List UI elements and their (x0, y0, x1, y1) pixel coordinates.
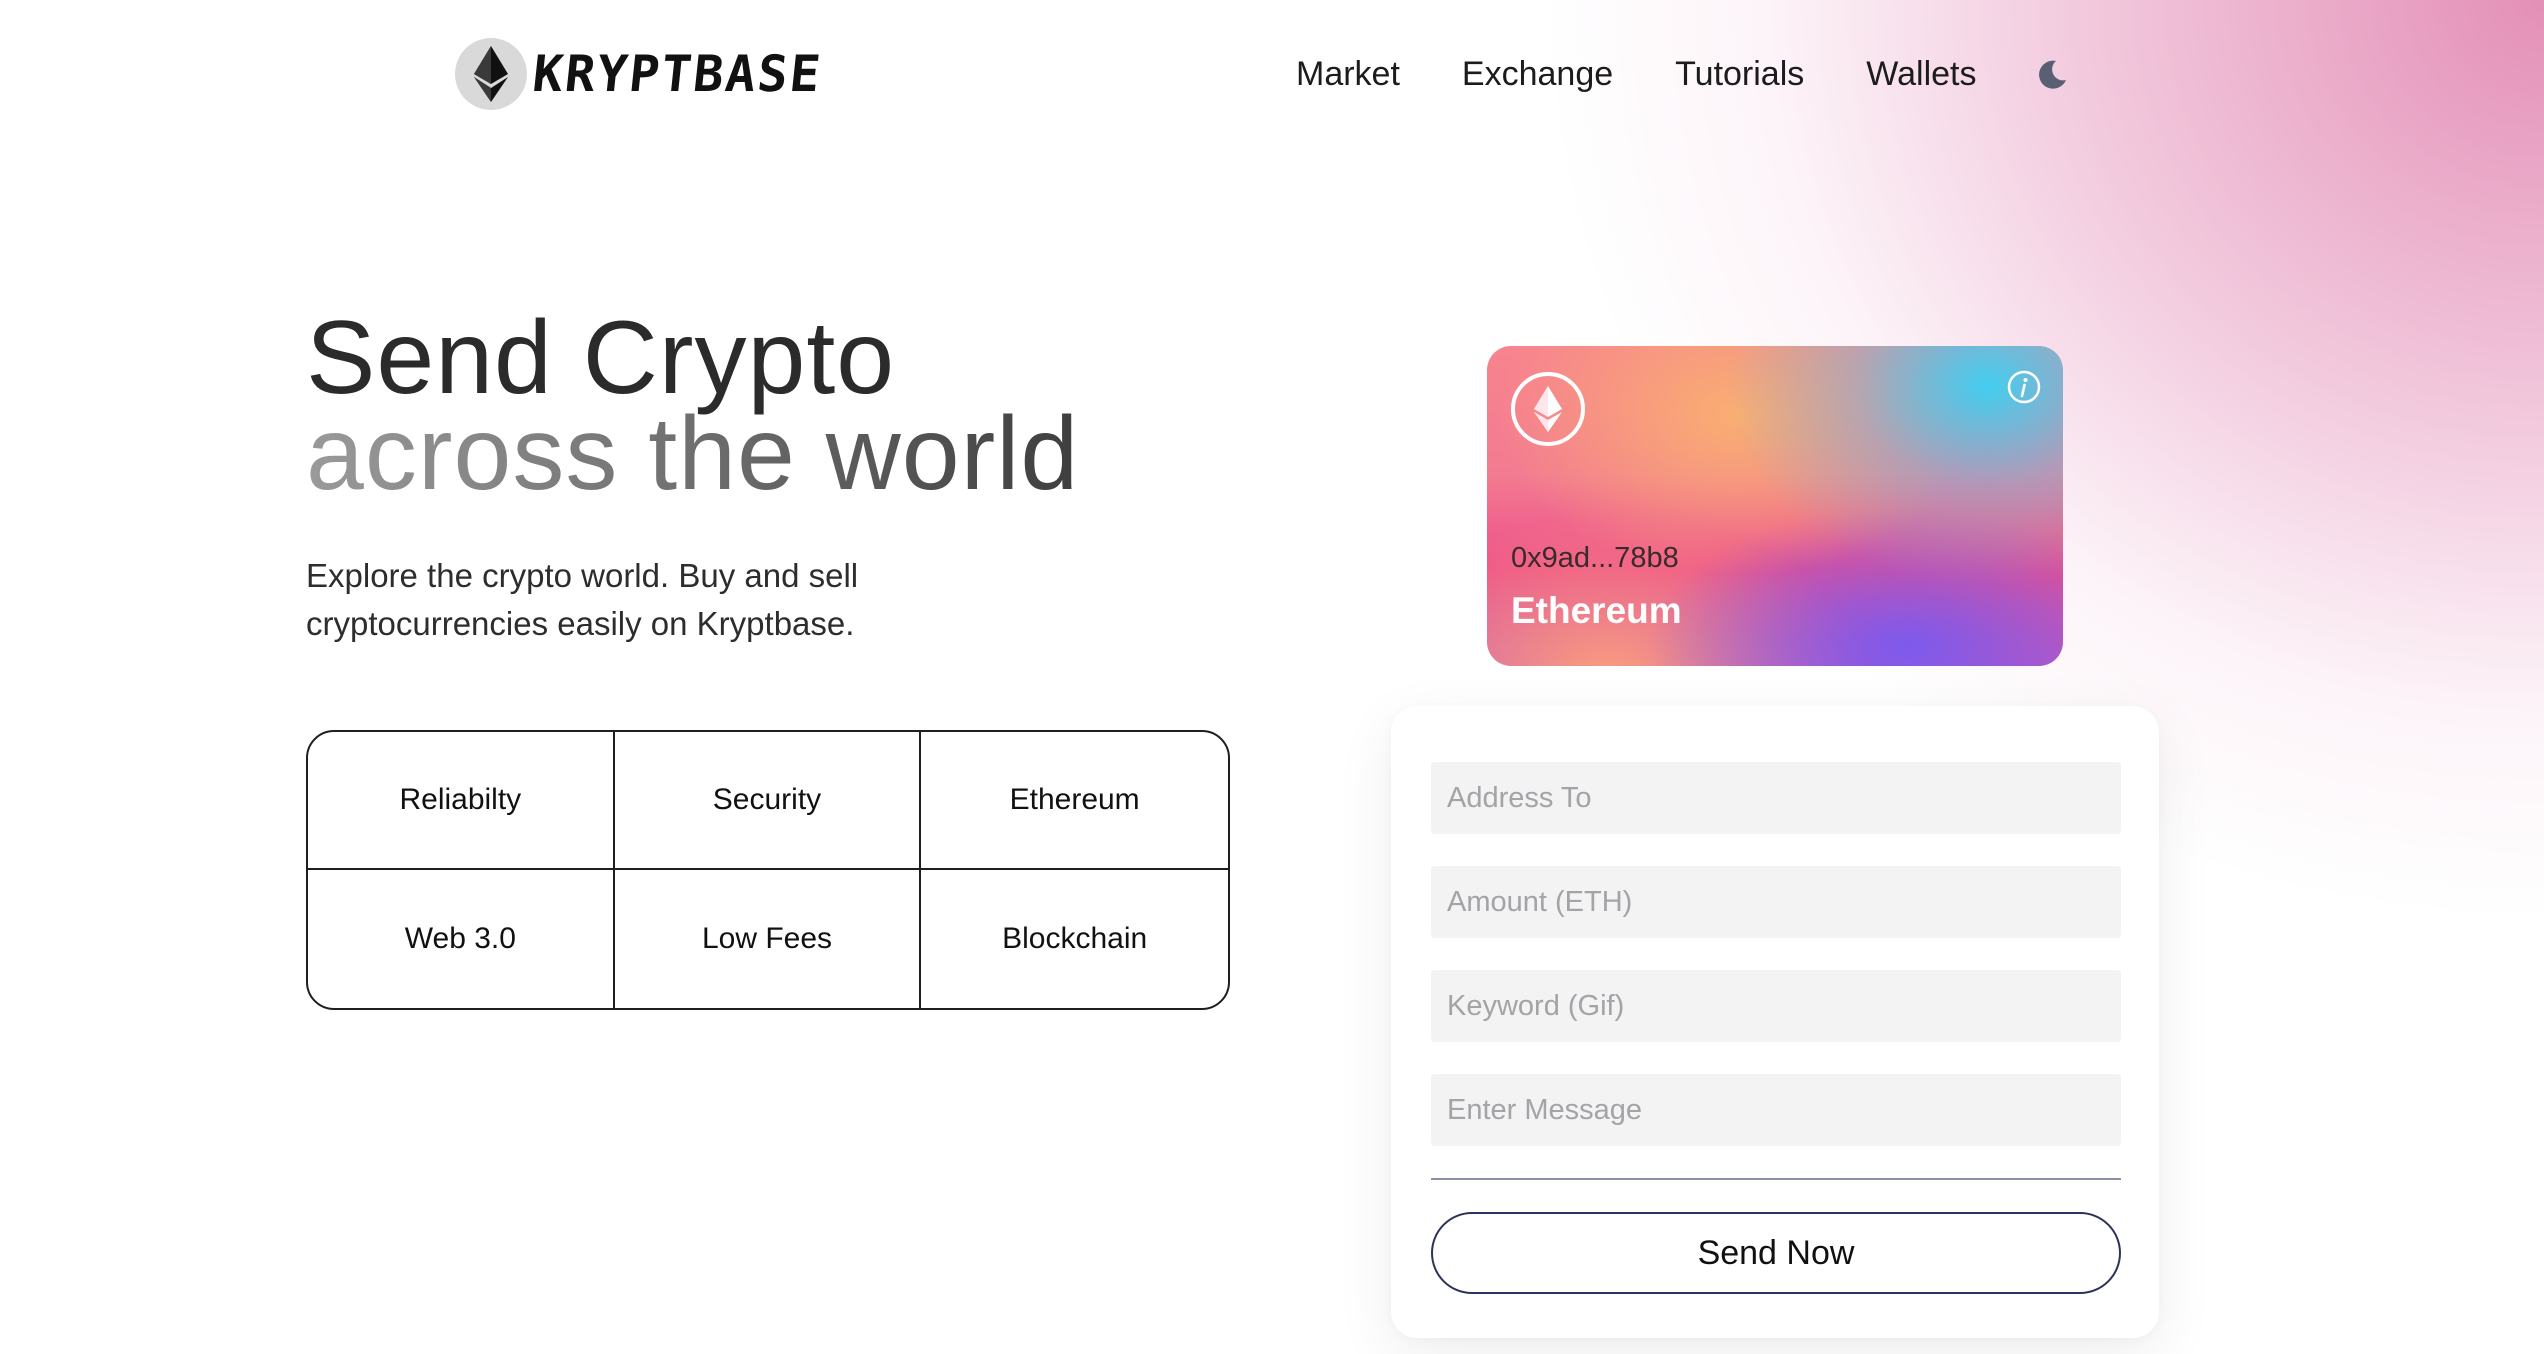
feature-reliability: Reliabilty (308, 732, 615, 870)
card-ethereum-icon (1511, 372, 1585, 446)
moon-icon (2039, 60, 2067, 89)
hero-title-line-1: Send Crypto (306, 300, 896, 416)
message-input[interactable] (1431, 1074, 2121, 1146)
background-gradient (0, 0, 2544, 1354)
hero-title-line-2: across the world (306, 396, 1080, 512)
main-nav: Market Exchange Tutorials Wallets (1296, 48, 2072, 100)
feature-ethereum: Ethereum (921, 732, 1228, 870)
nav-tutorials[interactable]: Tutorials (1675, 48, 1804, 100)
address-to-input[interactable] (1431, 762, 2121, 834)
info-icon[interactable] (2007, 370, 2041, 404)
wallet-address: 0x9ad...78b8 (1511, 542, 1679, 574)
amount-input[interactable] (1431, 866, 2121, 938)
logo[interactable]: KRYPTBASE (455, 38, 825, 110)
nav-exchange[interactable]: Exchange (1462, 48, 1613, 100)
feature-blockchain: Blockchain (1002, 922, 1148, 955)
feature-web3: Web 3.0 (308, 870, 615, 1008)
theme-toggle-button[interactable] (2032, 48, 2072, 100)
feature-grid: Reliabilty Security Ethereum Web 3.0 Low… (306, 730, 1230, 1010)
feature-low-fees: Low Fees (615, 870, 922, 1008)
keyword-input[interactable] (1431, 970, 2121, 1042)
send-form: Send Now (1391, 706, 2159, 1338)
nav-wallets[interactable]: Wallets (1866, 48, 1976, 100)
feature-security: Security (614, 732, 922, 870)
send-now-button[interactable]: Send Now (1431, 1212, 2121, 1294)
logo-text: KRYPTBASE (529, 45, 825, 103)
hero-subtitle: Explore the crypto world. Buy and sell c… (306, 557, 859, 642)
form-divider (1431, 1178, 2121, 1180)
hero-title: Send Crypto across the world (306, 300, 1080, 512)
nav-market[interactable]: Market (1296, 48, 1400, 100)
ethereum-icon (455, 38, 527, 110)
card-network-name: Ethereum (1511, 590, 1682, 631)
ethereum-card: 0x9ad...78b8 Ethereum (1487, 346, 2063, 666)
